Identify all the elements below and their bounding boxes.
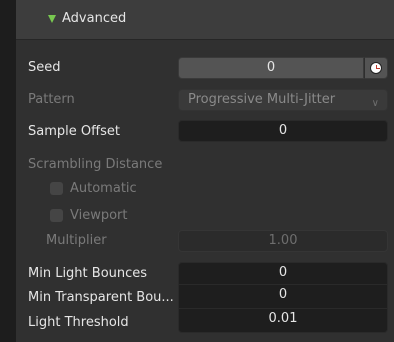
pattern-value: Progressive Multi-Jitter <box>188 92 336 107</box>
min-light-bounces-field[interactable]: 0 <box>178 262 388 285</box>
seed-label: Seed <box>28 60 61 75</box>
viewport-label: Viewport <box>70 208 128 223</box>
viewport-checkbox[interactable] <box>50 209 63 222</box>
pattern-label: Pattern <box>28 92 75 107</box>
min-transparent-bounces-label: Min Transparent Bou... <box>28 290 174 305</box>
automatic-checkbox[interactable] <box>50 182 63 195</box>
disclosure-triangle-icon[interactable] <box>48 15 56 23</box>
chevron-down-icon: ∨ <box>371 98 379 109</box>
sample-offset-field[interactable]: 0 <box>178 120 388 142</box>
light-threshold-field[interactable]: 0.01 <box>178 309 388 333</box>
pattern-dropdown[interactable]: Progressive Multi-Jitter ∨ <box>178 89 388 111</box>
seed-field[interactable]: 0 <box>178 57 364 79</box>
multiplier-field[interactable]: 1.00 <box>178 230 388 252</box>
use-animated-seed-button[interactable] <box>364 57 388 79</box>
automatic-label: Automatic <box>70 181 137 196</box>
multiplier-label: Multiplier <box>46 233 107 248</box>
advanced-panel: Advanced Seed 0 Pattern Progressive Mult… <box>16 0 394 342</box>
sample-offset-label: Sample Offset <box>28 124 120 139</box>
min-light-bounces-label: Min Light Bounces <box>28 266 148 281</box>
scrambling-distance-label: Scrambling Distance <box>28 157 163 172</box>
panel-title: Advanced <box>62 11 127 26</box>
min-transparent-bounces-field[interactable]: 0 <box>178 285 388 309</box>
clock-icon <box>370 62 382 74</box>
light-threshold-label: Light Threshold <box>28 315 129 330</box>
advanced-panel-header[interactable]: Advanced <box>16 0 394 40</box>
